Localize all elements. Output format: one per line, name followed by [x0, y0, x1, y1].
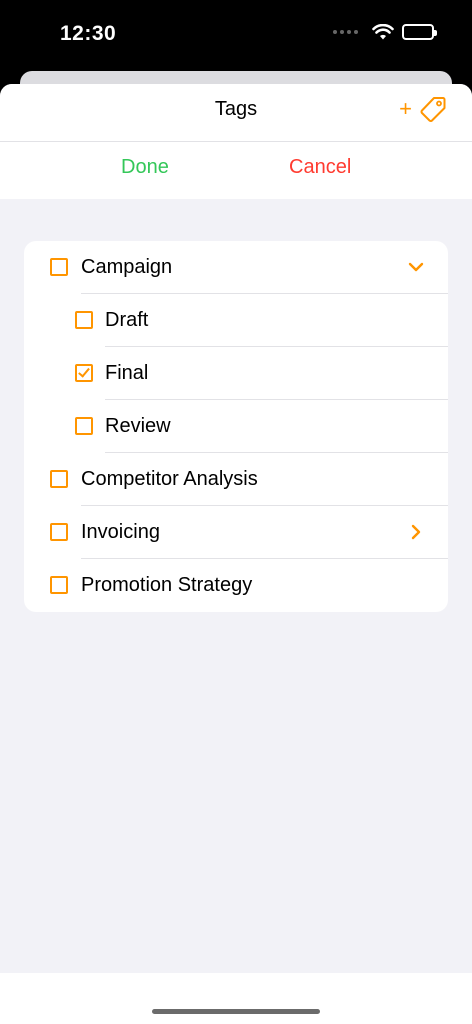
- screen: 12:30 Tags + Done Cancel Campaign Draft …: [0, 0, 472, 1024]
- tag-row[interactable]: Competitor Analysis: [24, 453, 448, 506]
- done-button[interactable]: Done: [121, 156, 169, 179]
- tag-row[interactable]: Campaign: [24, 241, 448, 294]
- signal-dots-icon: [333, 30, 358, 34]
- status-time: 12:30: [60, 22, 117, 45]
- status-icons: [333, 24, 437, 40]
- tag-row[interactable]: Invoicing: [24, 506, 448, 559]
- checkmark-icon: [78, 365, 90, 378]
- chevron-right-icon[interactable]: [406, 522, 426, 542]
- action-bar: Done Cancel: [0, 142, 472, 199]
- tag-row[interactable]: Draft: [24, 294, 448, 347]
- checkbox[interactable]: [50, 470, 68, 488]
- nav-bar: Tags +: [0, 84, 472, 142]
- add-tag-button[interactable]: +: [399, 96, 446, 122]
- battery-icon: [402, 24, 437, 40]
- tag-label: Competitor Analysis: [81, 468, 258, 490]
- checkbox[interactable]: [50, 576, 68, 594]
- checkbox[interactable]: [75, 417, 93, 435]
- cancel-button[interactable]: Cancel: [289, 156, 351, 179]
- tag-row[interactable]: Promotion Strategy: [24, 559, 448, 612]
- bottom-strip: [0, 973, 472, 1024]
- tag-label: Campaign: [81, 256, 173, 278]
- checkbox[interactable]: [50, 258, 68, 276]
- tag-list: Campaign Draft Final Review Competitor Analy…: [24, 241, 448, 612]
- tag-row[interactable]: Review: [24, 400, 448, 453]
- tag-icon: [420, 97, 446, 122]
- tag-label: Final: [105, 362, 149, 384]
- checkbox-checked[interactable]: [75, 364, 93, 382]
- tag-label: Review: [105, 415, 171, 437]
- tag-label: Invoicing: [81, 521, 160, 543]
- home-indicator[interactable]: [152, 1009, 320, 1014]
- tag-label: Draft: [105, 309, 149, 331]
- plus-icon: +: [399, 96, 412, 121]
- tags-sheet: Tags + Done Cancel Campaign Draft Final Rev…: [0, 84, 472, 1024]
- status-bar: 12:30: [0, 0, 472, 72]
- tag-label: Promotion Strategy: [81, 574, 253, 596]
- chevron-down-icon[interactable]: [406, 257, 426, 277]
- wifi-icon: [372, 24, 394, 40]
- checkbox[interactable]: [75, 311, 93, 329]
- tag-row[interactable]: Final: [24, 347, 448, 400]
- checkbox[interactable]: [50, 523, 68, 541]
